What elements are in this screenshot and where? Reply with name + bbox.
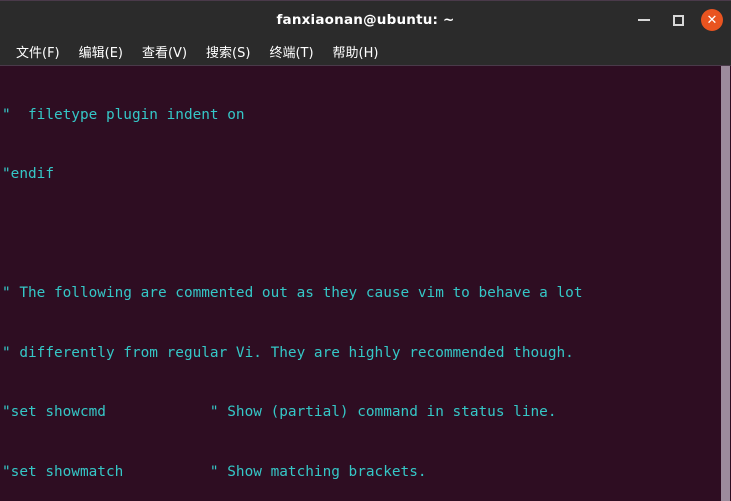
- minimize-button[interactable]: [633, 9, 655, 31]
- buffer-line: " filetype plugin indent on: [2, 106, 245, 123]
- menu-item-search[interactable]: 搜索(S): [198, 39, 258, 64]
- menu-item-file[interactable]: 文件(F): [8, 39, 68, 64]
- scrollbar-track[interactable]: [721, 66, 731, 501]
- buffer-line: " The following are commented out as the…: [2, 285, 583, 302]
- vim-buffer[interactable]: " filetype plugin indent on "endif " The…: [2, 66, 721, 501]
- menu-item-edit[interactable]: 编辑(E): [71, 39, 131, 64]
- buffer-line: " differently from regular Vi. They are …: [2, 344, 574, 361]
- window-title: fanxiaonan@ubuntu: ~: [276, 11, 455, 28]
- menu-item-view[interactable]: 查看(V): [134, 39, 195, 64]
- terminal-window: fanxiaonan@ubuntu: ~ ✕ 文件(F) 编辑(E) 查看(V)…: [0, 0, 731, 501]
- buffer-line: "set showcmd " Show (partial) command in…: [2, 404, 557, 421]
- menu-item-help[interactable]: 帮助(H): [325, 39, 387, 64]
- terminal-body[interactable]: " filetype plugin indent on "endif " The…: [0, 66, 731, 501]
- scrollbar-thumb[interactable]: [721, 66, 730, 501]
- minimize-icon: [638, 19, 650, 21]
- window-controls: ✕: [633, 1, 723, 39]
- maximize-icon: [672, 14, 684, 26]
- menu-item-terminal[interactable]: 终端(T): [261, 39, 321, 64]
- vim-status-line: -- 插入 -- 64,7 底端: [0, 480, 721, 501]
- buffer-line: "endif: [2, 166, 54, 183]
- buffer-line: [2, 225, 721, 245]
- title-bar[interactable]: fanxiaonan@ubuntu: ~ ✕: [0, 0, 731, 38]
- maximize-button[interactable]: [667, 9, 689, 31]
- close-button[interactable]: ✕: [701, 9, 723, 31]
- menu-bar: 文件(F) 编辑(E) 查看(V) 搜索(S) 终端(T) 帮助(H): [0, 38, 731, 66]
